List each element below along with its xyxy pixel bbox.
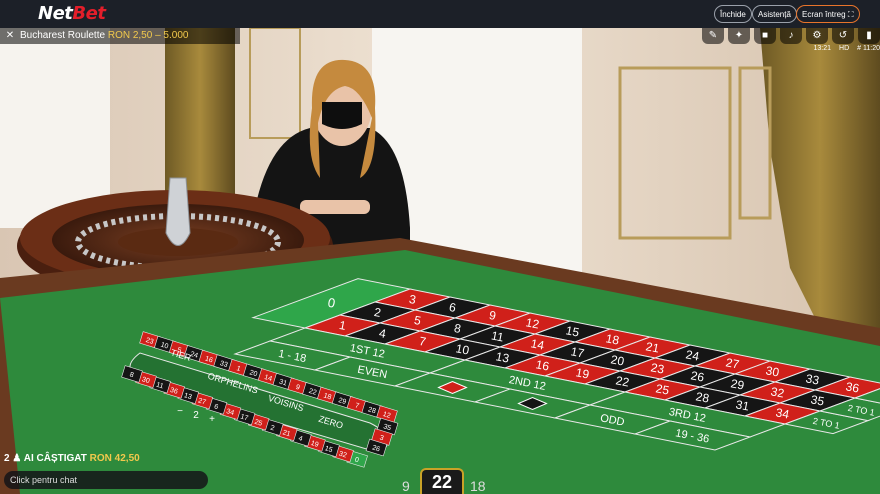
hud-meta: 13:21 HD # 11:20	[806, 45, 880, 52]
bet-limits: RON 2,50 – 5.000	[107, 30, 189, 41]
video-icon[interactable]: ■	[754, 28, 776, 44]
chat-icon[interactable]: ✎	[702, 28, 724, 44]
chat-input[interactable]: Click pentru chat	[4, 471, 208, 489]
fullscreen-label: Ecran întreg	[802, 10, 846, 19]
round-id: # 11:20	[857, 45, 880, 52]
hud-controls: ✎ ✦ ■ ♪ ⚙ ↺ ▮	[698, 28, 880, 44]
clock: 13:21	[813, 45, 832, 52]
top-bar: NetBet Închide Asistență Ecran întreg ⛶	[0, 0, 880, 28]
win-label: AI CÂȘTIGAT	[23, 453, 87, 464]
racetrack-minus-button[interactable]: −	[177, 406, 183, 417]
quality-badge[interactable]: HD	[839, 45, 849, 52]
fullscreen-icon: ⛶	[847, 10, 854, 19]
favorite-icon[interactable]: ✦	[728, 28, 750, 44]
casino-logo: NetBet	[38, 3, 106, 24]
previous-result: 18	[470, 478, 486, 494]
win-amount: RON 42,50	[89, 453, 140, 464]
table-name: Bucharest Roulette	[20, 30, 106, 41]
close-icon[interactable]: ✕	[0, 28, 20, 44]
help-button[interactable]: Asistență	[752, 5, 797, 23]
logo-accent-text: Bet	[72, 3, 106, 24]
fullscreen-button[interactable]: Ecran întreg ⛶	[796, 5, 860, 23]
win-message: 2 ♟ AI CÂȘTIGAT RON 42,50	[4, 453, 140, 464]
racetrack-neighbour-count: 2	[193, 410, 199, 421]
close-game-button[interactable]: Închide	[714, 5, 752, 23]
live-scene: 0 369 12 15 18 21 24 27 30 33 36258 11 14 17 20 23 26 29 3…	[0, 28, 880, 494]
history-icon[interactable]: ↺	[832, 28, 854, 44]
logo-text: Net	[38, 3, 73, 24]
stats-icon[interactable]: ▮	[858, 28, 880, 44]
sound-icon[interactable]: ♪	[780, 28, 802, 44]
table-info-bar: ✕ Bucharest Roulette RON 2,50 – 5.000	[0, 28, 240, 44]
settings-icon[interactable]: ⚙	[806, 28, 828, 44]
previous-result: 9	[402, 478, 410, 494]
recent-results: 9 22 18	[396, 468, 500, 494]
players-icon: ♟	[12, 453, 22, 464]
winner-count: 2	[4, 453, 10, 464]
game-stage: 0 3 6 9 12 15 18 21 24 27 30 33 36 2 5 8 11 14 17 20 23 26 29 3…	[0, 28, 880, 494]
racetrack-plus-button[interactable]: +	[209, 414, 215, 425]
last-result: 22	[420, 468, 464, 494]
